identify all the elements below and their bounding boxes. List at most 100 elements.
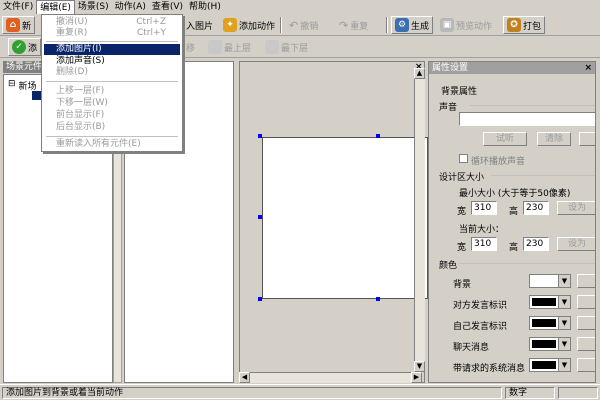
min-height-input[interactable]: 230 (523, 201, 549, 215)
scroll-up-icon[interactable]: ▲ (414, 68, 425, 79)
generate-button[interactable]: ⚙ 生成 (391, 16, 434, 34)
move-button[interactable]: 移 (183, 38, 198, 56)
menu-separator (46, 41, 178, 42)
sound-path-input[interactable] (459, 112, 595, 126)
set-cur-button[interactable]: 设为 (557, 237, 595, 251)
status-message: 添加图片到背景或着当前动作 (2, 387, 502, 399)
menu-item-undo[interactable]: 撤消(U) Ctrl+Z (44, 17, 180, 28)
canvas-hscrollbar[interactable]: ◀ ▶ (239, 372, 422, 383)
bring-top-button[interactable]: 最上层 (205, 38, 254, 56)
menu-scene[interactable]: 场景(S) (75, 0, 112, 14)
menu-item-move-down[interactable]: 下移一层(W) (44, 98, 180, 109)
color-bg-fill (532, 277, 556, 285)
color-sys-fill (532, 361, 556, 369)
menu-item-reload[interactable]: 重新读入所有元件(E) (44, 139, 180, 150)
package-button[interactable]: ✪ 打包 (503, 16, 546, 34)
chevron-down-icon: ▼ (558, 359, 570, 371)
color-sys-picker[interactable]: ▼ (529, 358, 571, 372)
chevron-down-icon: ▼ (558, 275, 570, 287)
menu-edit[interactable]: 编辑(E) (36, 0, 75, 14)
check-icon: ✓ (12, 40, 26, 54)
color-bg-more-button[interactable] (577, 274, 595, 288)
loop-label: 循环播放声音 (471, 157, 526, 167)
menu-view[interactable]: 查看(V) (149, 0, 186, 14)
cur-width-input[interactable]: 310 (471, 237, 497, 251)
menu-item-delete[interactable]: 删除(D) (44, 67, 180, 78)
set-min-button[interactable]: 设为 (557, 201, 595, 215)
color-chat-label: 聊天消息 (453, 343, 490, 353)
color-peer-picker[interactable]: ▼ (529, 295, 571, 309)
menu-item-add-sound[interactable]: 添加声音(S) (44, 56, 180, 67)
properties-title: 属性设置 (429, 62, 595, 74)
send-bottom-button[interactable]: 最下层 (262, 38, 311, 56)
redo-button[interactable]: ↷ 重复 (336, 16, 371, 34)
color-self-fill (532, 319, 556, 327)
add-button[interactable]: ✓ 添 (8, 38, 42, 56)
resize-handle[interactable] (376, 297, 380, 301)
collapse-icon[interactable]: ⊟ (8, 79, 16, 92)
color-self-more-button[interactable] (577, 316, 595, 330)
color-peer-label: 对方发言标识 (453, 301, 508, 311)
undo-icon: ↶ (289, 18, 299, 32)
status-extra (558, 387, 598, 399)
edit-menu-dropdown: 撤消(U) Ctrl+Z 重复(R) Ctrl+Y 添加图片(I) 添加声音(S) … (41, 14, 183, 152)
resize-handle[interactable] (258, 215, 262, 219)
min-height-label: 高 (509, 207, 519, 217)
new-icon: ⌂ (6, 18, 20, 32)
add-action-button[interactable]: ✦ 添加动作 (220, 16, 278, 34)
resize-handle[interactable] (376, 134, 380, 138)
toolbar-separator (386, 17, 388, 33)
extra-button[interactable] (579, 132, 595, 146)
preview-icon: ▣ (440, 18, 454, 32)
star-icon: ✦ (223, 18, 237, 32)
canvas-vscrollbar[interactable]: ▲ ▼ (414, 68, 425, 372)
color-peer-more-button[interactable] (577, 295, 595, 309)
color-sys-more-button[interactable] (577, 358, 595, 372)
chevron-down-icon: ▼ (558, 338, 570, 350)
scroll-left-icon[interactable]: ◀ (239, 372, 250, 383)
toolbar-separator (280, 17, 282, 33)
loop-checkbox[interactable] (459, 154, 468, 163)
properties-panel: 属性设置 × 背景属性 声音 试听 清除 循环播放声音 设计区大小 最小大小 (… (428, 61, 596, 383)
preview-button[interactable]: ▣ 预览动作 (437, 16, 495, 34)
menu-separator (46, 81, 178, 82)
redo-icon: ↷ (339, 18, 349, 32)
scroll-right-icon[interactable]: ▶ (411, 372, 422, 383)
menubar: 文件(F) 编辑(E) 场景(S) 动作(A) 查看(V) 帮助(H) (0, 0, 600, 14)
chevron-down-icon: ▼ (558, 317, 570, 329)
min-width-label: 宽 (457, 207, 467, 217)
color-chat-picker[interactable]: ▼ (529, 337, 571, 351)
import-image-button[interactable]: 入图片 (183, 16, 216, 34)
menu-item-add-image[interactable]: 添加图片(I) (44, 44, 180, 55)
resize-handle[interactable] (258, 134, 262, 138)
chevron-down-icon: ▼ (558, 296, 570, 308)
menu-separator (46, 136, 178, 137)
bg-section-label: 背景属性 (441, 87, 478, 97)
gear-icon: ⚙ (395, 18, 409, 32)
scene-background-rect[interactable] (262, 137, 428, 299)
cur-height-input[interactable]: 230 (523, 237, 549, 251)
cur-width-label: 宽 (457, 243, 467, 253)
new-button[interactable]: ⌂ 新 (2, 16, 36, 34)
menu-item-foreground[interactable]: 前台显示(F) (44, 110, 180, 121)
close-icon[interactable]: × (584, 63, 592, 73)
undo-button[interactable]: ↶ 撤销 (286, 16, 321, 34)
menu-file[interactable]: 文件(F) (0, 0, 36, 14)
color-self-label: 自己发言标识 (453, 322, 508, 332)
menu-action[interactable]: 动作(A) (112, 0, 149, 14)
menu-item-redo[interactable]: 重复(R) Ctrl+Y (44, 28, 180, 39)
listen-button[interactable]: 试听 (483, 132, 527, 146)
scroll-down-icon[interactable]: ▼ (414, 361, 425, 372)
menu-item-background[interactable]: 后台显示(B) (44, 122, 180, 133)
color-bg-label: 背景 (453, 280, 472, 290)
section-divider (491, 175, 595, 176)
color-bg-picker[interactable]: ▼ (529, 274, 571, 288)
menu-item-move-up[interactable]: 上移一层(F) (44, 86, 180, 97)
color-self-picker[interactable]: ▼ (529, 316, 571, 330)
clear-button[interactable]: 清除 (537, 132, 571, 146)
menu-help[interactable]: 帮助(H) (186, 0, 224, 14)
resize-handle[interactable] (258, 297, 262, 301)
color-chat-more-button[interactable] (577, 337, 595, 351)
min-width-input[interactable]: 310 (471, 201, 497, 215)
layer-up-icon (208, 40, 222, 54)
